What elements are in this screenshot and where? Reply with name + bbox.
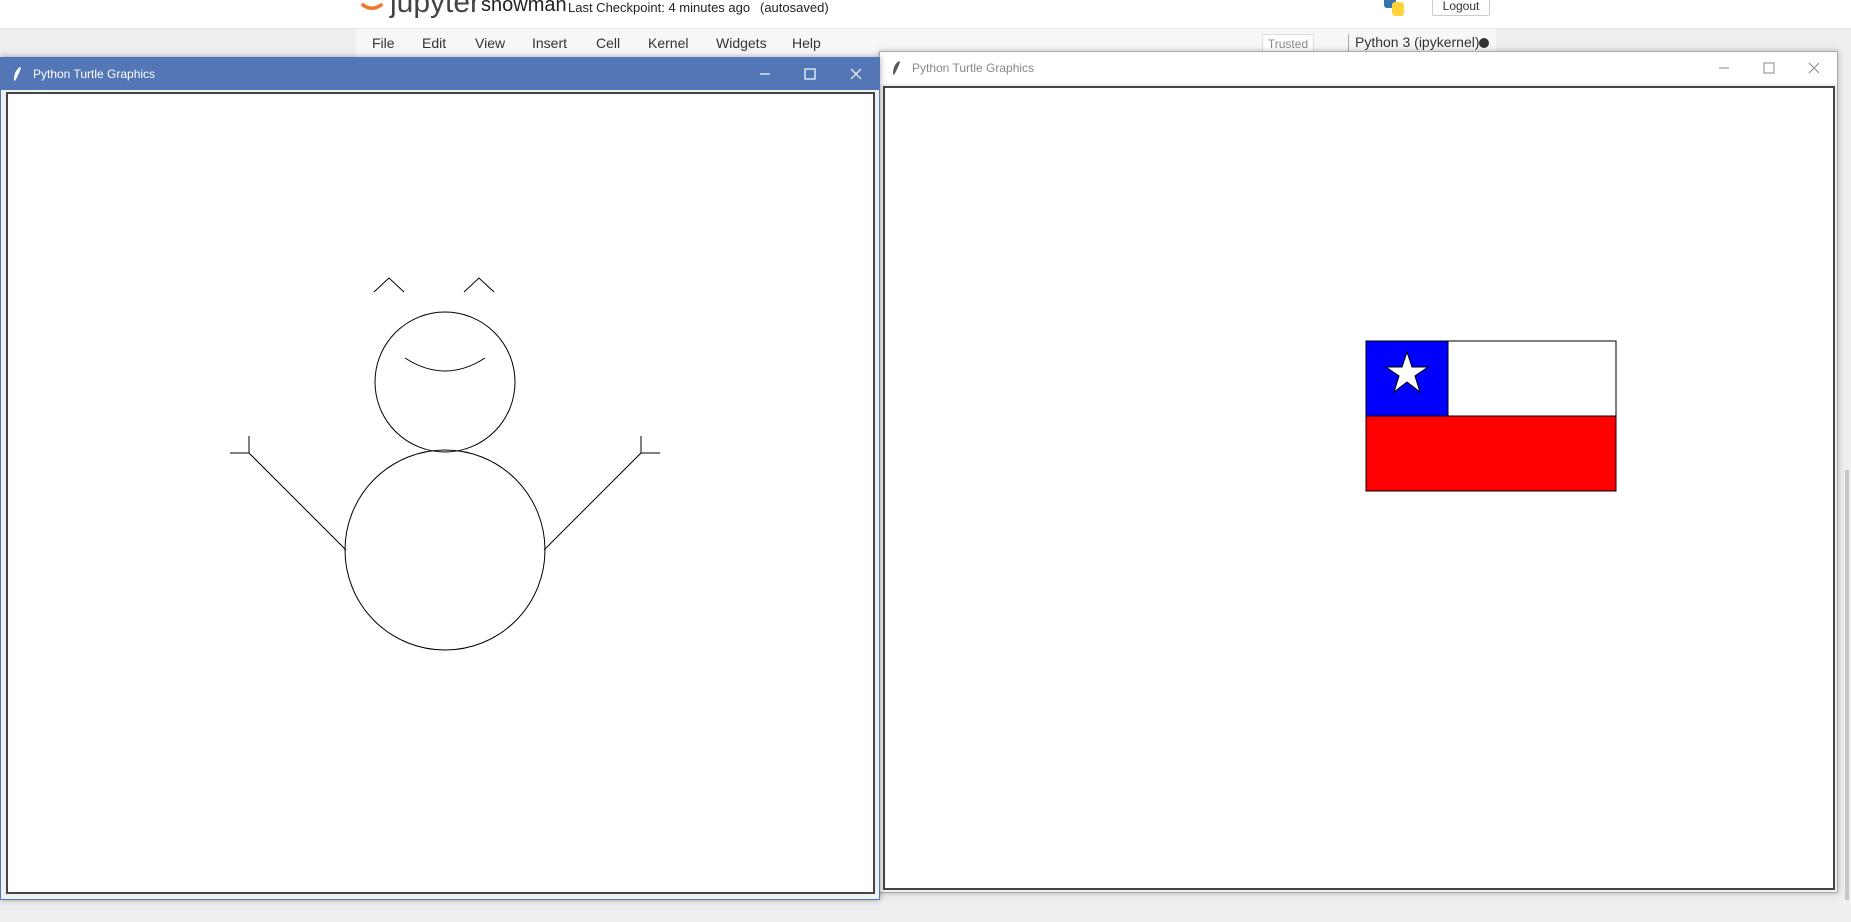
- menu-edit[interactable]: Edit: [422, 35, 446, 51]
- maximize-icon[interactable]: [800, 64, 820, 84]
- window-titlebar[interactable]: Python Turtle Graphics: [880, 52, 1837, 84]
- jupyter-header: jupyter snowman Last Checkpoint: 4 minut…: [0, 0, 1851, 29]
- snowman-head: [374, 311, 516, 453]
- kernel-name[interactable]: Python 3 (ipykernel): [1348, 34, 1480, 52]
- snowman-left-eye: [373, 277, 405, 293]
- snowman-right-arm: [543, 452, 642, 551]
- close-icon[interactable]: [1804, 58, 1824, 78]
- turtle-canvas[interactable]: [883, 86, 1835, 890]
- snowman-left-arm: [248, 452, 347, 551]
- menu-widgets[interactable]: Widgets: [716, 35, 767, 51]
- window-title: Python Turtle Graphics: [912, 61, 1035, 75]
- menu-view[interactable]: View: [475, 35, 505, 51]
- snowman-body: [344, 449, 546, 651]
- maximize-icon[interactable]: [1759, 58, 1779, 78]
- close-icon[interactable]: [846, 64, 866, 84]
- chile-flag-drawing: [1365, 340, 1617, 492]
- window-title: Python Turtle Graphics: [33, 67, 156, 81]
- menu-file[interactable]: File: [372, 35, 395, 51]
- snowman-drawing: [230, 277, 660, 651]
- logout-button[interactable]: Logout: [1432, 0, 1490, 16]
- menu-cell[interactable]: Cell: [596, 35, 620, 51]
- notebook-name[interactable]: snowman: [481, 0, 567, 17]
- chile-flag: [1365, 340, 1617, 492]
- jupyter-logo-text: jupyter: [390, 0, 481, 19]
- feather-icon: [893, 61, 900, 75]
- jupyter-logo-icon: [360, 2, 384, 10]
- flag-red-stripe: [1365, 415, 1617, 492]
- checkpoint-status: Last Checkpoint: 4 minutes ago: [568, 0, 751, 15]
- minimize-icon[interactable]: [755, 64, 775, 84]
- menu-kernel[interactable]: Kernel: [648, 35, 688, 51]
- snowman-right-eye: [463, 277, 495, 293]
- python-logo-icon: [1384, 0, 1404, 16]
- feather-icon: [14, 67, 21, 81]
- snowman: [230, 277, 660, 651]
- kernel-status-icon: [1479, 38, 1489, 48]
- turtle-window-flag[interactable]: Python Turtle Graphics: [879, 51, 1838, 893]
- menu-insert[interactable]: Insert: [532, 35, 567, 51]
- page-scrollbar[interactable]: [1845, 470, 1849, 900]
- autosave-status: (autosaved): [760, 0, 829, 15]
- menu-help[interactable]: Help: [792, 35, 821, 51]
- snowman-smile: [404, 357, 486, 372]
- window-titlebar[interactable]: Python Turtle Graphics: [1, 58, 879, 90]
- turtle-window-snowman[interactable]: Python Turtle Graphics: [0, 57, 880, 900]
- turtle-canvas[interactable]: [6, 92, 875, 894]
- minimize-icon[interactable]: [1714, 58, 1734, 78]
